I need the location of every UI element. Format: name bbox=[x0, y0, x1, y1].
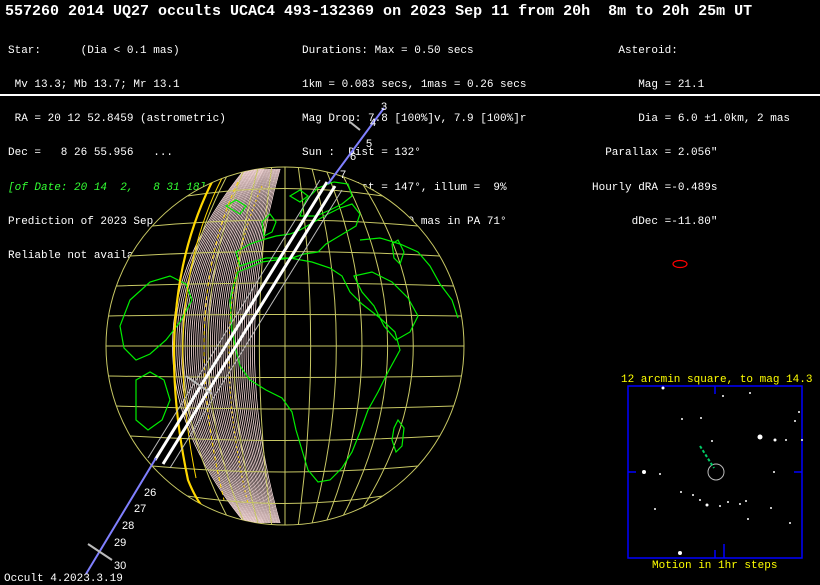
occultation-map: 3 4 5 6 7 26 27 28 29 30 bbox=[85, 101, 803, 575]
tick-label: 3 bbox=[381, 101, 387, 113]
field-star bbox=[719, 505, 721, 507]
field-star bbox=[659, 473, 661, 475]
field-star bbox=[770, 507, 772, 509]
earth-globe bbox=[105, 166, 465, 526]
field-star bbox=[727, 501, 729, 503]
field-star bbox=[798, 411, 800, 413]
tick-label: 29 bbox=[114, 537, 126, 549]
asteroid-position-marker bbox=[672, 259, 688, 269]
field-star bbox=[661, 386, 665, 390]
field-star bbox=[680, 491, 682, 493]
field-star bbox=[692, 494, 694, 496]
version-footer: Occult 4.2023.3.19 bbox=[4, 573, 123, 585]
field-star bbox=[745, 500, 747, 502]
star-chart bbox=[627, 385, 803, 559]
field-star bbox=[681, 418, 683, 420]
field-star bbox=[711, 440, 713, 442]
field-star bbox=[801, 439, 803, 441]
field-star bbox=[773, 438, 777, 442]
page-title: 557260 2014 UQ27 occults UCAC4 493-13236… bbox=[5, 3, 753, 20]
field-star bbox=[794, 420, 796, 422]
star-chart-title: 12 arcmin square, to mag 14.3 bbox=[621, 374, 813, 386]
star-chart-motion-label: Motion in 1hr steps bbox=[652, 560, 778, 572]
field-star bbox=[747, 518, 749, 520]
durations: Durations: Max = 0.50 secs bbox=[302, 44, 474, 57]
field-star bbox=[785, 439, 787, 441]
tick-label: 30 bbox=[114, 560, 126, 572]
tick-label: 6 bbox=[350, 151, 356, 163]
field-star bbox=[699, 499, 701, 501]
field-star bbox=[705, 503, 709, 507]
tick-label: 26 bbox=[144, 487, 156, 499]
field-star bbox=[749, 392, 751, 394]
field-star bbox=[789, 522, 791, 524]
tick-label: 28 bbox=[122, 520, 134, 532]
field-star bbox=[773, 471, 775, 473]
km-mas-scale: 1km = 0.083 secs, 1mas = 0.26 secs bbox=[302, 79, 527, 92]
tick-label: 27 bbox=[134, 503, 146, 515]
field-star bbox=[757, 434, 763, 440]
tick-label: 4 bbox=[370, 117, 376, 129]
field-star bbox=[642, 470, 646, 474]
field-star bbox=[722, 395, 724, 397]
star-header: Star: (Dia < 0.1 mas) bbox=[8, 44, 180, 57]
field-star bbox=[700, 417, 702, 419]
tick-label: 7 bbox=[340, 169, 346, 181]
tick-label: 5 bbox=[366, 138, 372, 150]
field-star bbox=[739, 503, 741, 505]
field-star bbox=[678, 551, 682, 555]
star-magnitudes: Mv 13.3; Mb 13.7; Mr 13.1 bbox=[8, 79, 180, 92]
asteroid-mag: Mag = 21.1 bbox=[592, 79, 705, 92]
asteroid-header: Asteroid: bbox=[592, 44, 678, 57]
field-star bbox=[654, 508, 656, 510]
